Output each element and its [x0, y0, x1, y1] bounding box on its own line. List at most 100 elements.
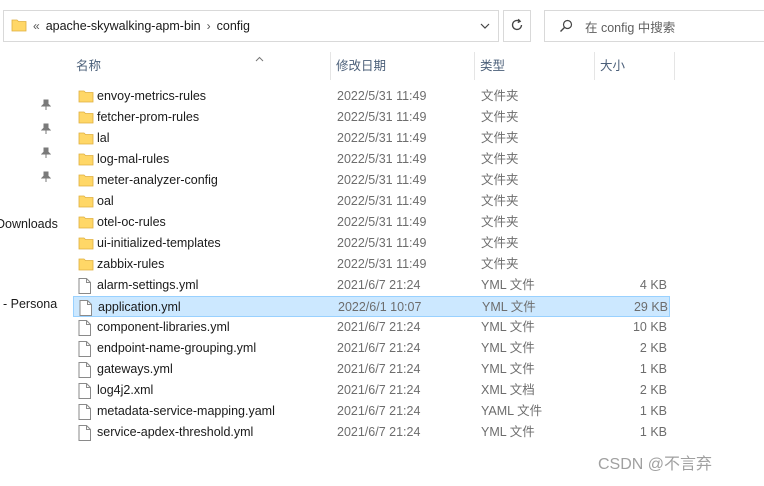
- file-name: meter-analyzer-config: [97, 173, 218, 187]
- file-icon: [79, 300, 95, 316]
- file-icon: [78, 278, 94, 294]
- file-date: 2021/6/7 21:24: [337, 383, 421, 397]
- file-type: YML 文件: [481, 341, 535, 355]
- file-size: 1 KB: [639, 404, 667, 418]
- column-header-name[interactable]: 名称: [70, 52, 330, 80]
- file-row[interactable]: otel-oc-rules 2022/5/31 11:49 文件夹: [73, 212, 670, 233]
- folder-icon: [78, 236, 94, 252]
- file-date: 2022/5/31 11:49: [337, 131, 427, 145]
- file-icon: [78, 425, 94, 441]
- file-date: 2022/5/31 11:49: [337, 152, 427, 166]
- file-date: 2021/6/7 21:24: [337, 341, 421, 355]
- file-name: gateways.yml: [97, 362, 173, 376]
- file-name: lal: [97, 131, 110, 145]
- file-row[interactable]: alarm-settings.yml 2021/6/7 21:24 YML 文件 4 …: [73, 275, 670, 296]
- file-name: service-apdex-threshold.yml: [97, 425, 254, 439]
- file-name: log4j2.xml: [97, 383, 154, 397]
- file-icon: [78, 362, 94, 378]
- file-size: 1 KB: [639, 425, 667, 439]
- file-type: 文件夹: [481, 215, 519, 229]
- pin-icon[interactable]: [41, 123, 51, 135]
- file-name: log-mal-rules: [97, 152, 170, 166]
- breadcrumb-parent[interactable]: apache-skywalking-apm-bin: [46, 19, 201, 33]
- file-date: 2022/5/31 11:49: [337, 173, 427, 187]
- file-size: [593, 254, 667, 275]
- file-name: ui-initialized-templates: [97, 236, 221, 250]
- folder-icon: [78, 173, 94, 189]
- folder-icon: [78, 110, 94, 126]
- file-type: 文件夹: [481, 89, 519, 103]
- file-name: oal: [97, 194, 114, 208]
- file-size: [593, 233, 667, 254]
- overflow-chevron[interactable]: «: [33, 19, 40, 33]
- file-name: metadata-service-mapping.yaml: [97, 404, 275, 418]
- nav-item-downloads[interactable]: Downloads: [0, 217, 58, 231]
- file-row[interactable]: oal 2022/5/31 11:49 文件夹: [73, 191, 670, 212]
- file-size: 1 KB: [639, 362, 667, 376]
- file-date: 2022/5/31 11:49: [337, 236, 427, 250]
- breadcrumb-current[interactable]: config: [217, 19, 250, 33]
- folder-icon: [78, 152, 94, 168]
- file-row[interactable]: lal 2022/5/31 11:49 文件夹: [73, 128, 670, 149]
- file-type: 文件夹: [481, 257, 519, 271]
- folder-icon: [78, 131, 94, 147]
- file-size: 2 KB: [639, 383, 667, 397]
- file-type: YML 文件: [481, 320, 535, 334]
- file-size: [593, 191, 667, 212]
- column-header-type[interactable]: 类型: [474, 52, 594, 80]
- file-date: 2022/6/1 10:07: [338, 300, 422, 314]
- file-row[interactable]: endpoint-name-grouping.yml 2021/6/7 21:24…: [73, 338, 670, 359]
- file-name: fetcher-prom-rules: [97, 110, 200, 124]
- address-bar[interactable]: « apache-skywalking-apm-bin › config: [3, 10, 499, 42]
- file-row[interactable]: metadata-service-mapping.yaml 2021/6/7 21…: [73, 401, 670, 422]
- file-row[interactable]: ui-initialized-templates 2022/5/31 11:49 文…: [73, 233, 670, 254]
- file-type: 文件夹: [481, 152, 519, 166]
- file-row[interactable]: log-mal-rules 2022/5/31 11:49 文件夹: [73, 149, 670, 170]
- file-type: YML 文件: [482, 300, 536, 314]
- file-type: YML 文件: [481, 278, 535, 292]
- file-type: XML 文档: [481, 383, 535, 397]
- folder-icon: [78, 215, 94, 231]
- file-row[interactable]: envoy-metrics-rules 2022/5/31 11:49 文件夹: [73, 86, 670, 107]
- file-row[interactable]: meter-analyzer-config 2022/5/31 11:49 文件夹: [73, 170, 670, 191]
- column-header-size[interactable]: 大小: [594, 52, 674, 80]
- file-icon: [78, 320, 94, 336]
- search-box[interactable]: 在 config 中搜索: [544, 10, 764, 42]
- file-row[interactable]: log4j2.xml 2021/6/7 21:24 XML 文档 2 KB: [73, 380, 670, 401]
- file-type: 文件夹: [481, 194, 519, 208]
- file-date: 2022/5/31 11:49: [337, 215, 427, 229]
- column-divider[interactable]: [674, 52, 675, 80]
- pin-icon[interactable]: [41, 171, 51, 183]
- refresh-button[interactable]: [503, 10, 531, 42]
- pin-icon[interactable]: [41, 147, 51, 159]
- file-name: alarm-settings.yml: [97, 278, 199, 292]
- chevron-down-icon[interactable]: [472, 11, 498, 41]
- file-size: [593, 149, 667, 170]
- file-date: 2021/6/7 21:24: [337, 362, 421, 376]
- navigation-pane: Downloads - Persona: [0, 52, 60, 486]
- file-name: zabbix-rules: [97, 257, 165, 271]
- file-name: component-libraries.yml: [97, 320, 230, 334]
- file-icon: [78, 341, 94, 357]
- watermark: CSDN @不言弃: [598, 456, 713, 473]
- file-size: 4 KB: [639, 278, 667, 292]
- pin-icon[interactable]: [41, 99, 51, 111]
- folder-icon: [78, 257, 94, 273]
- file-date: 2022/5/31 11:49: [337, 110, 427, 124]
- file-row[interactable]: zabbix-rules 2022/5/31 11:49 文件夹: [73, 254, 670, 275]
- file-name: envoy-metrics-rules: [97, 89, 207, 103]
- column-header-date[interactable]: 修改日期: [330, 52, 474, 80]
- file-type: YML 文件: [481, 362, 535, 376]
- file-row-selected[interactable]: application.yml 2022/6/1 10:07 YML 文件 29 KB: [73, 296, 670, 317]
- nav-item-personal[interactable]: - Persona: [3, 297, 57, 311]
- breadcrumb-separator[interactable]: ›: [207, 19, 211, 33]
- file-row[interactable]: component-libraries.yml 2021/6/7 21:24 YML…: [73, 317, 670, 338]
- file-row[interactable]: fetcher-prom-rules 2022/5/31 11:49 文件夹: [73, 107, 670, 128]
- column-header-row: 名称 修改日期 类型 大小: [60, 52, 764, 80]
- file-row[interactable]: service-apdex-threshold.yml 2021/6/7 21:2…: [73, 422, 670, 443]
- file-row[interactable]: gateways.yml 2021/6/7 21:24 YML 文件 1 KB: [73, 359, 670, 380]
- file-type: YML 文件: [481, 425, 535, 439]
- file-size: 2 KB: [639, 341, 667, 355]
- search-placeholder[interactable]: 在 config 中搜索: [585, 17, 675, 36]
- file-type: 文件夹: [481, 236, 519, 250]
